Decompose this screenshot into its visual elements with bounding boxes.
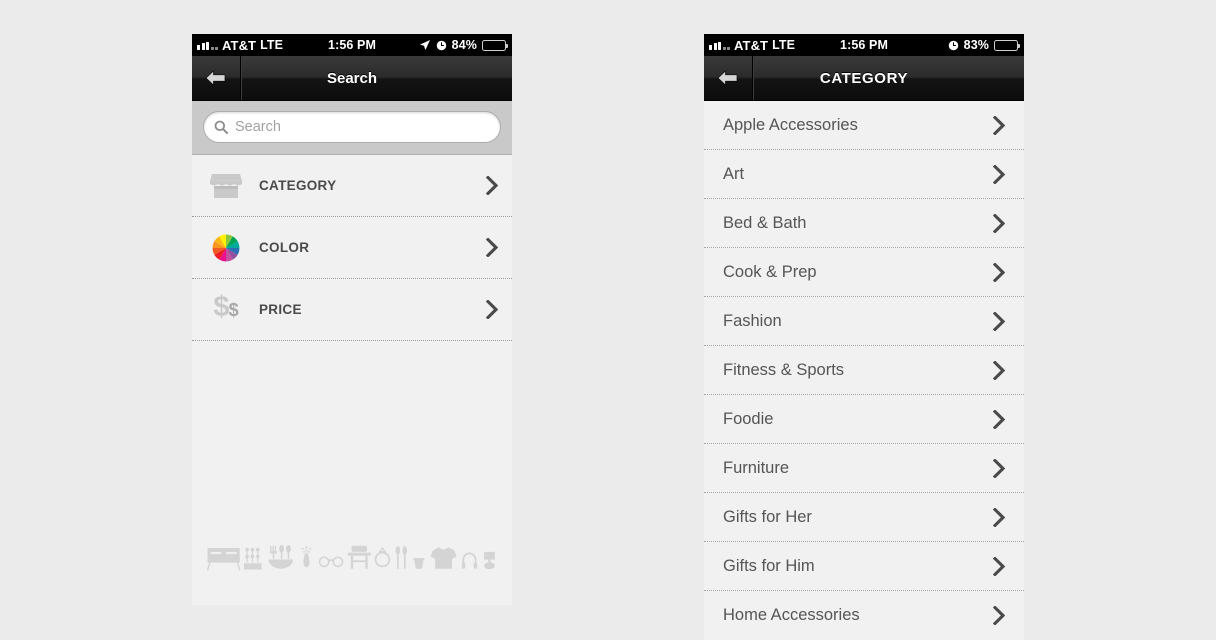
list-item[interactable]: Fitness & Sports <box>704 345 1024 394</box>
vase-icon <box>301 546 312 568</box>
chevron-right-icon <box>993 115 1005 135</box>
sideboard-icon <box>206 548 241 571</box>
chair-icon <box>347 545 371 569</box>
chevron-right-icon <box>993 409 1005 429</box>
list-item[interactable]: Gifts for Him <box>704 541 1024 590</box>
filter-label-price: PRICE <box>259 302 302 317</box>
ring-icon <box>374 546 391 568</box>
screenshot-canvas: AT&T LTE 1:56 PM 84% Search Search CATEG… <box>0 0 1216 640</box>
list-item[interactable]: Art <box>704 149 1024 198</box>
back-arrow-icon <box>205 70 226 86</box>
chevron-right-icon <box>993 213 1005 233</box>
category-label: Bed & Bath <box>723 213 807 232</box>
category-label: Foodie <box>723 409 774 428</box>
color-wheel-icon <box>206 231 246 265</box>
status-bar-right-group: 83% <box>948 34 1021 56</box>
storefront-icon <box>206 169 246 203</box>
filter-label-category: CATEGORY <box>259 178 337 193</box>
category-label: Cook & Prep <box>723 262 817 281</box>
list-item[interactable]: Gifts for Her <box>704 492 1024 541</box>
list-item[interactable]: Apple Accessories <box>704 101 1024 149</box>
alarm-clock-icon <box>948 40 958 50</box>
status-time: 1:56 PM <box>840 38 888 52</box>
location-arrow-icon <box>419 40 430 50</box>
list-item[interactable]: Foodie <box>704 394 1024 443</box>
category-label: Fitness & Sports <box>723 360 845 379</box>
chevron-right-icon <box>486 176 498 195</box>
cup-icon <box>413 558 425 569</box>
chevron-right-icon <box>993 262 1005 282</box>
chevron-right-icon <box>993 507 1005 527</box>
plants-icon <box>244 547 262 570</box>
spoons-icon <box>395 546 408 569</box>
headphones-icon <box>462 552 478 569</box>
phone-screen-search: AT&T LTE 1:56 PM 84% Search Search CATEG… <box>192 34 512 605</box>
chevron-right-icon <box>486 238 498 257</box>
battery-percent-label: 84% <box>451 38 477 52</box>
status-bar-right-group: 84% <box>419 34 509 56</box>
category-label: Apple Accessories <box>723 115 858 134</box>
search-icon <box>214 120 228 134</box>
back-button[interactable] <box>192 56 241 100</box>
chevron-right-icon <box>993 164 1005 184</box>
eyeglasses-icon <box>318 556 343 568</box>
list-item[interactable]: Fashion <box>704 296 1024 345</box>
battery-percent-label: 83% <box>963 38 989 52</box>
category-label: Fashion <box>723 311 782 330</box>
list-item[interactable]: Cook & Prep <box>704 247 1024 296</box>
search-placeholder: Search <box>235 119 281 135</box>
list-item[interactable]: Home Accessories <box>704 590 1024 639</box>
list-item[interactable]: Bed & Bath <box>704 198 1024 247</box>
category-label: Art <box>723 164 745 183</box>
status-bar-right: AT&T LTE 1:56 PM 83% <box>704 34 1024 56</box>
battery-icon <box>482 39 509 51</box>
filter-list: CATEGORY COLOR $ $ PRICE <box>192 155 512 341</box>
bowl-and-utensils-icon <box>268 544 294 569</box>
tshirt-icon <box>430 547 457 569</box>
filter-row-color[interactable]: COLOR <box>192 216 512 278</box>
filter-row-category[interactable]: CATEGORY <box>192 155 512 216</box>
status-time: 1:56 PM <box>328 38 376 52</box>
chevron-right-icon <box>486 300 498 319</box>
chevron-right-icon <box>993 556 1005 576</box>
product-silhouettes-illustration <box>192 541 512 575</box>
filter-label-color: COLOR <box>259 240 310 255</box>
nav-bar-right: CATEGORY <box>704 56 1024 101</box>
battery-icon <box>994 39 1021 51</box>
category-label: Gifts for Her <box>723 507 812 526</box>
lamp-icon <box>484 551 495 570</box>
category-label: Furniture <box>723 458 790 477</box>
nav-bar-left: Search <box>192 56 512 101</box>
chevron-right-icon <box>993 458 1005 478</box>
search-input[interactable]: Search <box>203 111 501 143</box>
category-label: Gifts for Him <box>723 556 815 575</box>
back-button[interactable] <box>704 56 753 100</box>
category-list: Apple Accessories Art Bed & Bath Cook & … <box>704 101 1024 639</box>
alarm-clock-icon <box>436 40 446 50</box>
search-bar-area: Search <box>192 101 512 155</box>
phone-screen-category: AT&T LTE 1:56 PM 83% CATEGORY Apple Acce… <box>704 34 1024 640</box>
status-bar-left: AT&T LTE 1:56 PM 84% <box>192 34 512 56</box>
chevron-right-icon <box>993 311 1005 331</box>
chevron-right-icon <box>993 605 1005 625</box>
category-label: Home Accessories <box>723 605 860 624</box>
chevron-right-icon <box>993 360 1005 380</box>
filter-row-price[interactable]: $ $ PRICE <box>192 278 512 340</box>
back-arrow-icon <box>717 70 738 86</box>
dollar-signs-icon: $ $ <box>213 290 239 323</box>
list-item[interactable]: Furniture <box>704 443 1024 492</box>
